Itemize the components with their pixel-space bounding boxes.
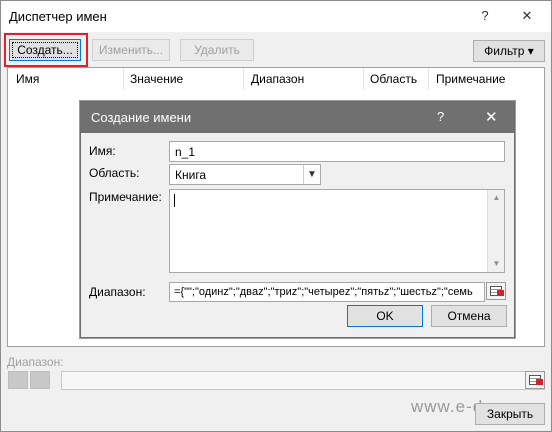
scroll-down-icon[interactable]: ▼ bbox=[488, 256, 505, 272]
scope-label: Область: bbox=[89, 166, 140, 180]
range-select-icon[interactable] bbox=[525, 371, 545, 389]
column-divider bbox=[428, 68, 429, 90]
dialog-title-bar: Создание имени ? ✕ bbox=[81, 102, 514, 133]
text-cursor bbox=[174, 194, 175, 207]
name-label: Имя: bbox=[89, 144, 116, 158]
edit-button[interactable]: Изменить... bbox=[92, 39, 170, 61]
new-name-dialog: Создание имени ? ✕ Имя: n_1 Область: Кни… bbox=[80, 101, 515, 338]
column-divider bbox=[123, 68, 124, 90]
dialog-close-icon[interactable]: ✕ bbox=[485, 108, 498, 126]
dialog-title: Создание имени bbox=[91, 110, 192, 125]
name-manager-window: Диспетчер имен ? ✕ Создать... Изменить..… bbox=[0, 0, 552, 432]
highlight-box bbox=[4, 33, 88, 67]
filter-button[interactable]: Фильтр ▾ bbox=[473, 40, 545, 62]
comment-label: Примечание: bbox=[89, 190, 162, 204]
comment-scrollbar[interactable]: ▲ ▼ bbox=[487, 190, 504, 272]
column-divider bbox=[363, 68, 364, 90]
close-icon[interactable]: ✕ bbox=[513, 5, 541, 27]
cancel-button[interactable]: Отмена bbox=[431, 305, 507, 327]
column-header-value[interactable]: Значение bbox=[130, 72, 183, 86]
delete-button[interactable]: Удалить bbox=[180, 39, 254, 61]
confirm-edit-icon[interactable] bbox=[30, 371, 50, 389]
range-label-dialog: Диапазон: bbox=[89, 285, 146, 299]
cancel-edit-icon[interactable] bbox=[8, 371, 28, 389]
scope-value: Книга bbox=[175, 168, 207, 182]
window-title: Диспетчер имен bbox=[9, 9, 107, 24]
column-header-comment[interactable]: Примечание bbox=[436, 72, 505, 86]
comment-textarea[interactable]: ▲ ▼ bbox=[169, 189, 505, 273]
range-input[interactable]: ={"";"одинz";"двaz";"триz";"четырez";"пя… bbox=[169, 282, 485, 302]
scroll-up-icon[interactable]: ▲ bbox=[488, 190, 505, 206]
refers-to-field[interactable] bbox=[61, 371, 545, 390]
column-header-scope[interactable]: Область bbox=[370, 72, 417, 86]
column-header-name[interactable]: Имя bbox=[16, 72, 39, 86]
scope-select[interactable]: Книга ▼ bbox=[169, 164, 321, 185]
close-button[interactable]: Закрыть bbox=[475, 403, 545, 425]
column-header-range[interactable]: Диапазон bbox=[251, 72, 304, 86]
title-bar: Диспетчер имен ? ✕ bbox=[1, 1, 551, 32]
range-select-icon[interactable] bbox=[486, 282, 506, 300]
column-divider bbox=[243, 68, 244, 90]
chevron-down-icon[interactable]: ▼ bbox=[303, 165, 320, 184]
help-icon[interactable]: ? bbox=[471, 5, 499, 27]
range-label: Диапазон: bbox=[7, 355, 64, 369]
dialog-help-icon[interactable]: ? bbox=[437, 109, 444, 124]
name-input[interactable]: n_1 bbox=[169, 141, 505, 162]
ok-button[interactable]: OK bbox=[347, 305, 423, 327]
